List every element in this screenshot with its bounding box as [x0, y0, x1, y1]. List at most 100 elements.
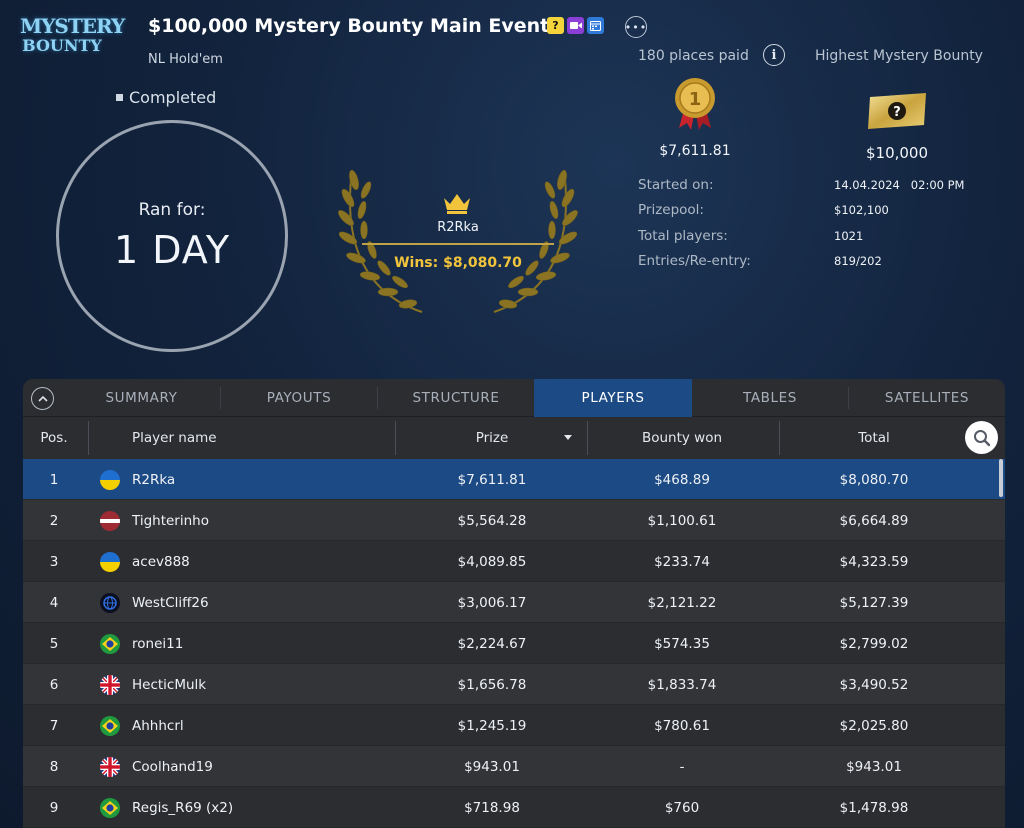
column-pos[interactable]: Pos.	[23, 417, 85, 459]
stat-label: Entries/Re-entry:	[638, 253, 751, 270]
collapse-button[interactable]	[31, 387, 54, 410]
video-icon	[567, 17, 584, 34]
tab-structure[interactable]: STRUCTURE	[378, 379, 534, 417]
column-player-name[interactable]: Player name	[132, 417, 217, 459]
tab-satellites[interactable]: SATELLITES	[849, 379, 1005, 417]
cell-total: $1,478.98	[839, 799, 909, 816]
cell-total: $4,323.59	[839, 553, 909, 570]
table-row[interactable]: 3 acev888 $4,089.85 $233.74 $4,323.59	[23, 541, 1005, 582]
tournament-stats: Started on: 14.04.2024 02:00 PM Prizepoo…	[638, 172, 964, 274]
more-options-button[interactable]: •••	[625, 16, 647, 38]
cell-bounty-won: $233.74	[654, 553, 710, 570]
status-label: Completed	[116, 88, 216, 107]
cell-position: 7	[49, 717, 59, 734]
ticket-symbol: ?	[893, 105, 901, 120]
cell-total: $3,490.52	[839, 676, 909, 693]
table-row[interactable]: 7 Ahhhcrl $1,245.19 $780.61 $2,025.80	[23, 705, 1005, 746]
cell-total: $2,025.80	[839, 717, 909, 734]
column-total[interactable]: Total	[780, 417, 968, 459]
stat-label: Started on:	[638, 176, 714, 193]
cell-player-name: R2Rka	[132, 471, 176, 488]
stat-value: 1021	[834, 228, 864, 243]
players-panel: SUMMARY PAYOUTS STRUCTURE PLAYERS TABLES…	[23, 379, 1005, 828]
table-row[interactable]: 8 Coolhand19 $943.01 - $943.01	[23, 746, 1005, 787]
highest-bounty-value: $10,000	[865, 144, 929, 162]
cell-prize: $1,656.78	[457, 676, 527, 693]
cell-player-name: HecticMulk	[132, 676, 207, 693]
cell-total: $5,127.39	[839, 594, 909, 611]
cell-prize: $943.01	[464, 758, 520, 775]
stat-label: Prizepool:	[638, 202, 704, 219]
stat-prizepool: Prizepool: $102,100	[638, 198, 964, 224]
cell-position: 8	[49, 758, 59, 775]
cell-position: 6	[49, 676, 59, 693]
cell-bounty-won: $468.89	[654, 471, 710, 488]
mystery-ticket-icon: ?	[868, 93, 926, 129]
cell-prize: $4,089.85	[457, 553, 527, 570]
winner-name: R2Rka	[437, 220, 479, 235]
cell-total: $943.01	[846, 758, 902, 775]
cell-prize: $5,564.28	[457, 512, 527, 529]
table-header: Pos. Player name Prize Bounty won Total	[23, 417, 1005, 459]
cell-total: $8,080.70	[839, 471, 909, 488]
cell-position: 5	[49, 635, 59, 652]
cell-bounty-won: -	[679, 758, 685, 775]
table-row[interactable]: 6 HecticMulk $1,656.78 $1,833.74 $3,490.52	[23, 664, 1005, 705]
tournament-title: $100,000 Mystery Bounty Main Event	[148, 15, 550, 37]
sort-descending-icon[interactable]	[564, 435, 572, 440]
info-icon[interactable]: i	[763, 44, 785, 66]
column-divider	[395, 421, 396, 455]
cell-player-name: Ahhhcrl	[132, 717, 184, 734]
laurel-wreath-icon	[338, 169, 578, 313]
stat-entries: Entries/Re-entry: 819/202	[638, 249, 964, 275]
game-type: NL Hold'em	[148, 52, 223, 67]
ukraine-flag-icon	[99, 459, 120, 500]
cell-bounty-won: $1,100.61	[647, 512, 717, 529]
duration-ring: Ran for: 1 DAY	[56, 120, 288, 352]
column-prize[interactable]: Prize	[398, 417, 586, 459]
winner-divider	[362, 243, 554, 245]
mystery-bounty-logo: MYSTERY BOUNTY	[20, 14, 125, 54]
table-row[interactable]: 5 ronei11 $2,224.67 $574.35 $2,799.02	[23, 623, 1005, 664]
cell-bounty-won: $780.61	[654, 717, 710, 734]
chevron-up-icon	[37, 395, 48, 402]
tab-payouts[interactable]: PAYOUTS	[221, 379, 377, 417]
stat-value: 14.04.2024 02:00 PM	[834, 177, 965, 192]
tab-tables[interactable]: TABLES	[692, 379, 848, 417]
logo-line-1: MYSTERY	[20, 14, 125, 38]
table-row[interactable]: 4 WestCliff26 $3,006.17 $2,121.22 $5,127.39	[23, 582, 1005, 623]
status-square-icon	[116, 94, 123, 101]
winner-wins: Wins: $8,080.70	[394, 255, 522, 271]
search-button[interactable]	[965, 421, 998, 454]
cell-position: 4	[49, 594, 59, 611]
tab-summary[interactable]: SUMMARY	[63, 379, 220, 417]
highest-bounty-label: Highest Mystery Bounty	[815, 48, 983, 64]
cell-bounty-won: $574.35	[654, 635, 710, 652]
scrollbar-thumb[interactable]	[999, 459, 1003, 497]
cell-prize: $3,006.17	[457, 594, 527, 611]
table-row[interactable]: 1 R2Rka $7,611.81 $468.89 $8,080.70	[23, 459, 1005, 500]
stat-label: Total players:	[638, 227, 728, 244]
medal-number: 1	[689, 89, 702, 110]
table-row[interactable]: 2 Tighterinho $5,564.28 $1,100.61 $6,664.89	[23, 500, 1005, 541]
column-divider	[88, 421, 89, 455]
brazil-flag-icon	[99, 705, 120, 746]
first-place-medal-icon: 1	[675, 78, 715, 130]
stat-total-players: Total players: 1021	[638, 223, 964, 249]
column-bounty-won[interactable]: Bounty won	[588, 417, 776, 459]
cell-total: $6,664.89	[839, 512, 909, 529]
cell-prize: $718.98	[464, 799, 520, 816]
cell-player-name: WestCliff26	[132, 594, 209, 611]
cell-bounty-won: $1,833.74	[647, 676, 717, 693]
table-row[interactable]: 9 Regis_R69 (x2) $718.98 $760 $1,478.98	[23, 787, 1005, 828]
brazil-flag-icon	[99, 787, 120, 828]
stat-value: 819/202	[834, 254, 882, 269]
status-text: Completed	[129, 88, 217, 107]
latvia-flag-icon	[99, 500, 120, 541]
uk-flag-icon	[99, 664, 120, 705]
cell-player-name: Coolhand19	[132, 758, 213, 775]
cell-player-name: ronei11	[132, 635, 184, 652]
uk-flag-icon	[99, 746, 120, 787]
tab-players[interactable]: PLAYERS	[534, 379, 692, 417]
cell-position: 3	[49, 553, 59, 570]
